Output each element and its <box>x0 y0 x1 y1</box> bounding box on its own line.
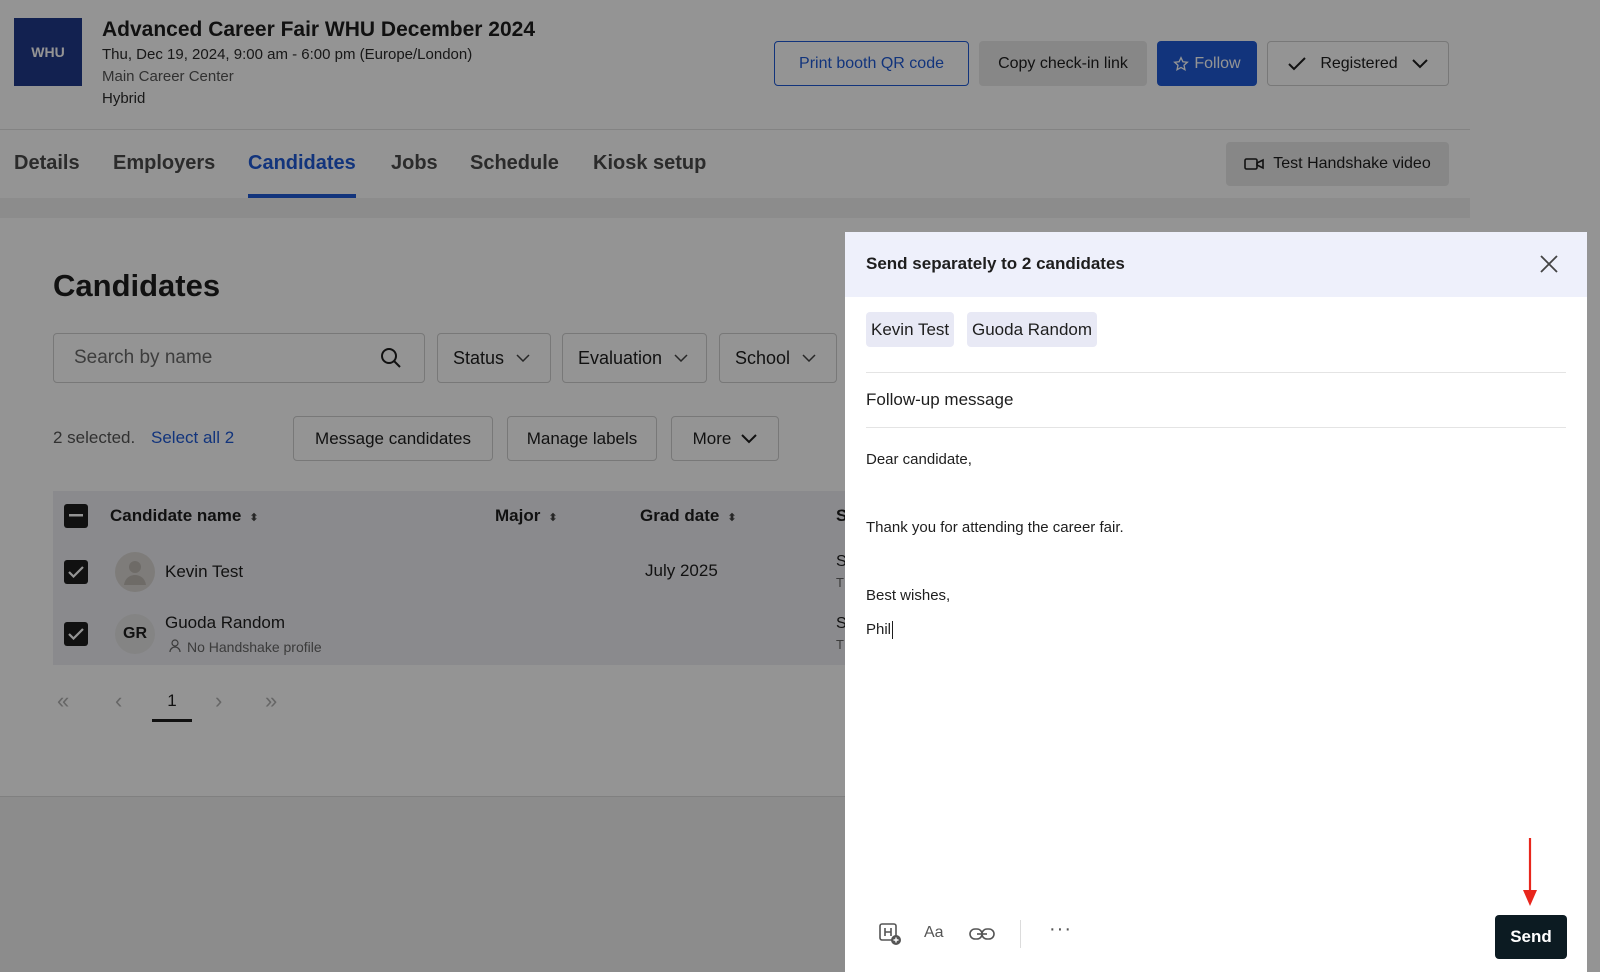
subject-input[interactable] <box>866 390 1566 410</box>
recipient-chip[interactable]: Kevin Test <box>866 312 955 347</box>
link-icon[interactable] <box>969 924 995 944</box>
compose-title: Send separately to 2 candidates <box>866 254 1125 273</box>
message-signature[interactable]: Phil <box>866 621 894 640</box>
text-caret <box>892 621 894 640</box>
more-options-icon[interactable]: ··· <box>1049 918 1072 941</box>
send-button[interactable]: Send <box>1495 915 1567 959</box>
close-icon[interactable] <box>1537 252 1561 276</box>
divider <box>866 427 1566 428</box>
message-closing[interactable]: Best wishes, <box>866 587 950 604</box>
message-compose-panel: Send separately to 2 candidates Kevin Te… <box>845 232 1587 972</box>
insert-template-icon[interactable] <box>878 922 902 946</box>
message-line[interactable]: Thank you for attending the career fair. <box>866 519 1124 536</box>
annotation-arrow-icon <box>1523 838 1537 906</box>
divider <box>866 372 1566 373</box>
compose-header: Send separately to 2 candidates <box>845 232 1587 297</box>
recipient-chip[interactable]: Guoda Random <box>967 312 1098 347</box>
text-format-icon[interactable]: Aa <box>924 924 944 942</box>
toolbar-separator <box>1020 920 1021 948</box>
message-greeting[interactable]: Dear candidate, <box>866 451 972 468</box>
